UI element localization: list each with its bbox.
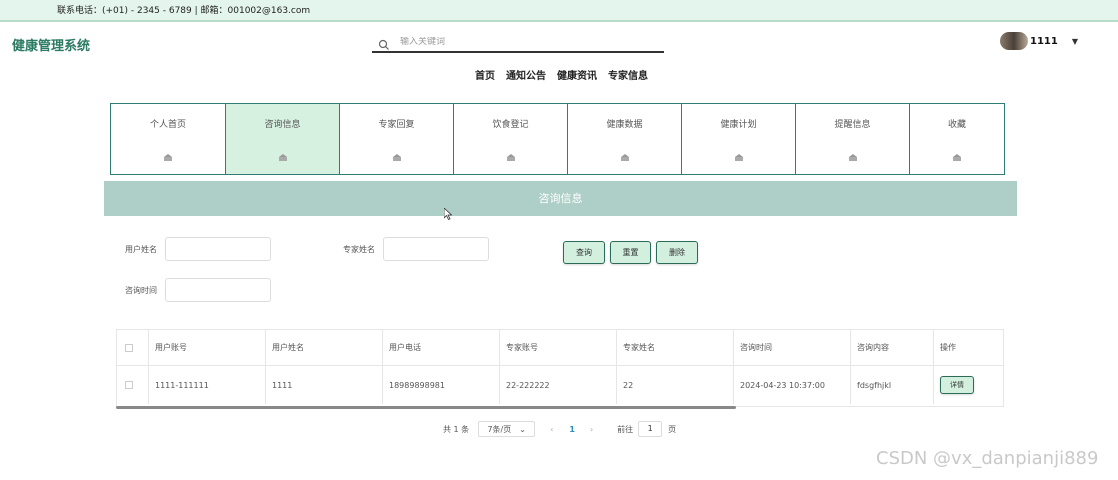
caret-down-icon[interactable]: ▼ [1072,37,1078,46]
site-header: 健康管理系统 1111 ▼ 首页 通知公告 健康资讯 专家信息 [0,22,1118,88]
tile-icon [164,154,172,161]
username[interactable]: 1111 [1030,36,1058,47]
watermark: CSDN @vx_danpianji889 [876,448,1099,469]
nav-notice[interactable]: 通知公告 [506,67,546,82]
table-cell: 1111-111111 [149,366,266,404]
main-nav: 首页 通知公告 健康资讯 专家信息 [475,67,648,82]
header-cell: 用户电话 [383,330,500,365]
search-input[interactable] [400,37,650,47]
tile-icon [278,154,287,161]
table-cell: 18989898981 [383,366,500,404]
chevron-down-icon: ⌄ [519,424,526,434]
table-cell: 2024-04-23 10:37:00 [734,366,851,404]
horizontal-scrollbar[interactable] [116,406,736,409]
expert-name-label: 专家姓名 [343,245,375,254]
header-cell: 专家账号 [500,330,617,365]
tile-label: 个人首页 [149,120,186,130]
contact-bar: 联系电话：(+01) - 2345 - 6789 | 邮箱：001002@163… [0,0,1118,22]
row-checkbox-cell [117,366,149,404]
consult-time-label: 咨询时间 [125,286,157,295]
page-size-value: 7条/页 [487,424,512,434]
table-header-row: 用户账号 用户姓名 用户电话 专家账号 专家姓名 咨询时间 咨询内容 操作 [117,330,1003,366]
tile-health-data[interactable]: 健康数据 [568,104,682,174]
table-cell: 22 [617,366,734,404]
tile-label: 健康计划 [720,120,757,130]
search-bar [372,33,664,53]
select-all-checkbox[interactable] [125,343,133,352]
page-unit-label: 页 [668,424,677,434]
tile-icon [506,154,515,161]
header-cell: 用户姓名 [266,330,383,365]
page-title-banner: 咨询信息 [104,181,1017,216]
consult-time-input[interactable] [165,278,271,302]
current-page[interactable]: 1 [569,425,575,434]
tile-icon [953,154,961,161]
query-button[interactable]: 查询 [563,241,605,264]
next-page-icon[interactable]: › [590,425,593,434]
center-menu: 个人首页 咨询信息 专家回复 饮食登记 健康数据 健康计划 提醒信息 收藏 [110,103,1005,175]
tile-icon [734,154,743,161]
table-cell: 22-222222 [500,366,617,404]
tile-label: 饮食登记 [492,120,529,130]
header-cell: 专家姓名 [617,330,734,365]
mouse-cursor-icon [444,208,452,220]
tile-label: 收藏 [947,120,966,130]
tile-label: 提醒信息 [834,120,871,130]
table-cell: 1111 [266,366,383,404]
consult-table: 用户账号 用户姓名 用户电话 专家账号 专家姓名 咨询时间 咨询内容 操作 11… [116,329,1004,407]
page-size-select[interactable]: 7条/页 ⌄ [478,421,536,437]
action-cell: 详情 [934,366,1003,404]
prev-page-icon[interactable]: ‹ [550,425,553,434]
tile-diet-register[interactable]: 饮食登记 [454,104,568,174]
tile-icon [620,154,629,161]
nav-expert-info[interactable]: 专家信息 [608,67,648,82]
goto-page-input[interactable]: 1 [638,421,663,437]
table-row: 1111-111111 1111 18989898981 22-222222 2… [117,366,1003,404]
user-name-input[interactable] [165,237,271,261]
tile-icon [392,154,401,161]
tile-reminder-info[interactable]: 提醒信息 [796,104,910,174]
site-logo[interactable]: 健康管理系统 [12,35,90,54]
tile-consult-info[interactable]: 咨询信息 [226,104,340,174]
goto-label: 前往 [617,424,634,434]
total-count: 共 1 条 [443,424,470,434]
nav-home[interactable]: 首页 [475,67,495,82]
header-cell: 咨询时间 [734,330,851,365]
tile-health-plan[interactable]: 健康计划 [682,104,796,174]
tile-icon [848,154,857,161]
avatar[interactable] [1000,32,1028,50]
tile-label: 健康数据 [606,120,643,130]
expert-name-input[interactable] [383,237,489,261]
header-cell: 操作 [940,343,956,352]
user-name-label: 用户姓名 [125,245,157,254]
tile-personal-home[interactable]: 个人首页 [111,104,226,174]
pagination: 共 1 条 7条/页 ⌄ ‹ 1 › 前往 1 页 [443,421,676,437]
header-cell: 用户账号 [149,330,266,365]
tile-label: 专家回复 [378,120,415,130]
row-checkbox[interactable] [125,381,133,389]
tile-expert-reply[interactable]: 专家回复 [340,104,454,174]
header-cell: 咨询内容 [851,330,934,365]
table-cell: fdsgfhjkl [851,366,934,404]
header-checkbox-cell [117,330,149,365]
reset-button[interactable]: 重置 [610,241,651,264]
tile-favorites[interactable]: 收藏 [910,104,1004,174]
nav-health-news[interactable]: 健康资讯 [557,67,597,82]
contact-text: 联系电话：(+01) - 2345 - 6789 | 邮箱：001002@163… [57,6,311,16]
tile-label: 咨询信息 [264,120,301,130]
search-icon[interactable] [378,36,390,50]
delete-button[interactable]: 删除 [656,241,698,264]
detail-button[interactable]: 详情 [940,376,974,394]
user-menu[interactable]: 1111 ▼ [1000,32,1078,50]
